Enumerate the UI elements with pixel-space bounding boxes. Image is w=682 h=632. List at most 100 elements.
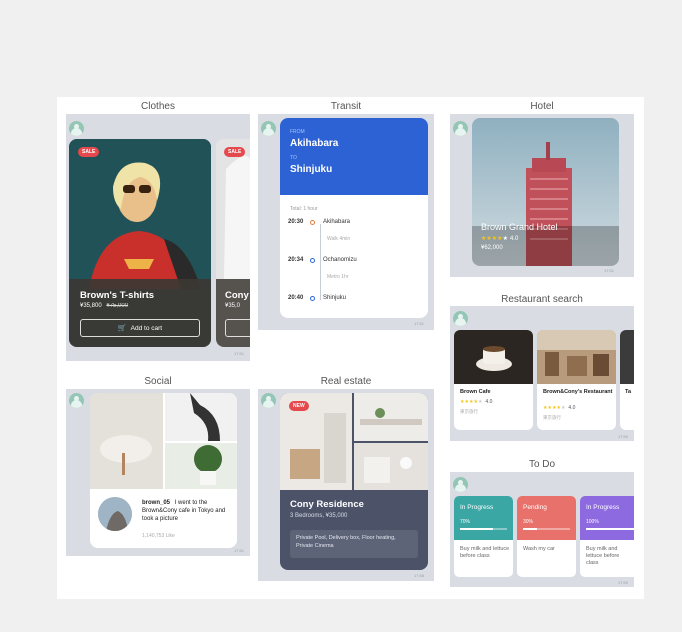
bot-avatar — [261, 121, 276, 136]
restaurant-card[interactable]: Brown Cafe ★★★★ ★ 4.0 東京旅行 — [454, 330, 533, 430]
todo-percent: 70% — [460, 519, 471, 525]
todo-progress-track — [586, 528, 634, 530]
property-title: Cony Residence — [290, 499, 364, 510]
restaurant-name: Brown Cafe — [460, 389, 491, 395]
todo-card[interactable]: Pending 30% Wash my car — [517, 496, 576, 577]
to-station: Shinjuku — [290, 164, 333, 175]
section-title-todo: To Do — [528, 459, 556, 470]
hotel-name: Brown Grand Hotel — [481, 222, 558, 232]
total-duration: Total: 1 hour — [290, 206, 318, 212]
restaurant-sub: 東京旅行 — [543, 415, 561, 420]
restaurant-rating: ★★★★ ★ 4.0 — [460, 399, 492, 405]
restaurant-name: Ta — [625, 389, 632, 395]
transit-card[interactable]: FROM Akihabara TO Shinjuku Total: 1 hour… — [280, 118, 428, 318]
todo-percent: 30% — [523, 519, 534, 525]
restaurant-name: Brown&Cony's Restaurant — [543, 389, 613, 395]
stop-dot — [310, 219, 315, 225]
product-old-price: ¥75,000 — [106, 303, 129, 309]
stop-time: 20:34 — [288, 257, 304, 263]
stop-name: Shinjuku — [323, 295, 347, 301]
stop-row: 20:40 Shinjuku — [288, 295, 346, 301]
restaurant-card[interactable]: Brown&Cony's Restaurant ★★★★ ★ 4.0 東京旅行 — [537, 330, 616, 430]
message-time: 17:51 — [414, 321, 425, 326]
todo-progress-track — [460, 528, 507, 530]
restaurant-rating-value: 4.0 — [568, 405, 576, 411]
stop-dot — [310, 295, 315, 301]
clothes-card-peek[interactable]: SALE Cony ¥35,0 — [216, 139, 250, 347]
add-to-cart-button-peek[interactable] — [225, 319, 250, 337]
hotel-price: ¥62,000 — [481, 245, 503, 251]
product-price: ¥35,800 — [80, 303, 102, 309]
to-label: TO — [290, 155, 297, 161]
message-time: 17:50 — [618, 434, 629, 439]
product-title-peek: Cony — [225, 290, 249, 301]
todo-status: In Progress — [460, 504, 494, 511]
bot-avatar — [69, 393, 84, 408]
bot-avatar — [69, 121, 84, 136]
stop-dot — [310, 257, 315, 263]
clothes-card[interactable]: SALE Brown's T-shirts ¥35,800 ¥75,000 🛒 … — [69, 139, 211, 347]
new-badge: NEW — [289, 401, 309, 411]
todo-text: Buy milk and lettuce before class — [586, 546, 620, 566]
star-icon: ★★★★ — [543, 405, 561, 411]
property-features: Private Pool, Delivery box, Floor heatin… — [290, 530, 418, 558]
sale-badge: SALE — [224, 147, 246, 157]
stop-time: 20:30 — [288, 219, 304, 225]
restaurant-card-peek[interactable]: Ta — [620, 330, 634, 430]
product-title: Brown's T-shirts — [80, 290, 155, 301]
star-icon: ★ — [477, 399, 483, 405]
todo-header — [580, 496, 634, 540]
add-to-cart-button[interactable]: 🛒 Add to cart — [80, 319, 200, 337]
social-photo-grid — [90, 393, 237, 489]
message-time: 17:51 — [234, 351, 245, 356]
segment-note: Metro 1hr — [327, 274, 349, 280]
restaurant-rating-value: 4.0 — [485, 399, 493, 405]
star-icon: ★ — [502, 236, 508, 242]
message-time: 17:51 — [234, 548, 245, 553]
section-title-transit: Transit — [330, 101, 362, 112]
section-title-hotel: Hotel — [530, 101, 554, 112]
section-title-realestate: Real estate — [320, 376, 372, 387]
restaurant-photo — [537, 330, 616, 384]
stop-row: 20:34 Ochanomizu — [288, 257, 357, 263]
todo-header — [454, 496, 513, 540]
hotel-rating-value: 4.0 — [509, 235, 519, 242]
sale-badge: SALE — [78, 147, 100, 157]
hotel-card[interactable]: Brown Grand Hotel ★ ★ ★ ★ ★ 4.0 ¥62,000 — [472, 118, 619, 266]
todo-progress-fill — [460, 528, 493, 530]
social-username: brown_05 — [142, 500, 171, 506]
restaurant-photo — [620, 330, 634, 384]
todo-text: Wash my car — [523, 546, 555, 552]
product-prices: ¥35,800 ¥75,000 — [80, 303, 128, 309]
message-time: 17:58 — [414, 573, 425, 578]
stop-name: Akihabara — [323, 219, 351, 225]
product-photo-peek — [216, 139, 250, 279]
stop-row: 20:30 Akihabara — [288, 219, 350, 225]
restaurant-sub: 東京旅行 — [460, 409, 478, 414]
hotel-photo — [472, 118, 619, 266]
restaurant-photo — [454, 330, 533, 384]
message-time: 17:51 — [604, 268, 615, 273]
model-photo — [69, 139, 211, 289]
realestate-card[interactable]: NEW Cony Residence 3 Bedrooms, ¥35,000 P… — [280, 393, 428, 570]
cart-icon: 🛒 — [117, 325, 127, 332]
avatar[interactable] — [98, 497, 132, 531]
hotel-rating: ★ ★ ★ ★ ★ 4.0 — [481, 235, 519, 243]
todo-text: Buy milk and lettuce before class — [460, 546, 510, 559]
bot-avatar — [453, 477, 468, 492]
profile-photo — [98, 497, 132, 531]
layout-sheet: Clothes SALE Brown's T-shirts ¥35,800 ¥7… — [57, 97, 644, 599]
section-title-restaurant: Restaurant search — [501, 294, 583, 305]
star-icon: ★★★★ — [460, 399, 478, 405]
social-card[interactable]: brown_05 I went to the Brown&Cony cafe i… — [90, 393, 237, 548]
bot-avatar — [261, 393, 276, 408]
bot-avatar — [453, 311, 468, 326]
from-label: FROM — [290, 129, 305, 135]
restaurant-rating: ★★★★ ★ 4.0 — [543, 405, 575, 411]
todo-card[interactable]: In Progress 100% Buy milk and lettuce be… — [580, 496, 634, 577]
todo-progress-track — [523, 528, 570, 530]
todo-card[interactable]: In Progress 70% Buy milk and lettuce bef… — [454, 496, 513, 577]
todo-status: In Progress — [586, 504, 620, 511]
stop-name: Ochanomizu — [323, 257, 357, 263]
product-price-peek: ¥35,0 — [225, 303, 241, 309]
